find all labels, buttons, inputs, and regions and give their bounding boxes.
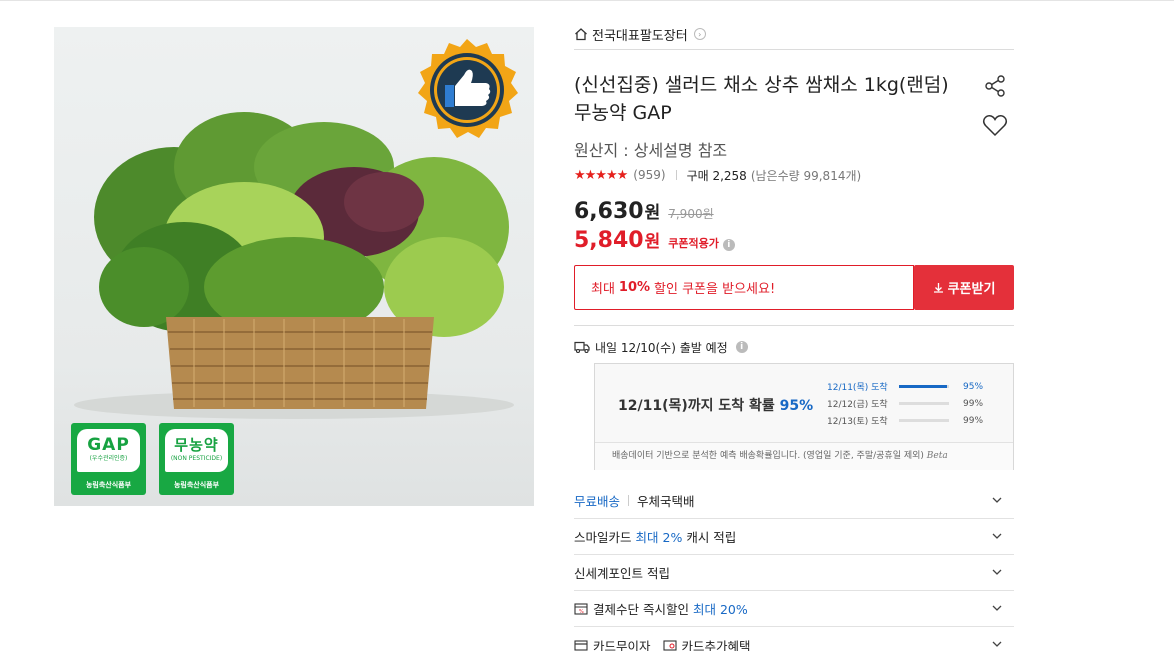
coupon-banner[interactable]: 최대 10% 할인 쿠폰을 받으세요! [574, 265, 914, 310]
info-icon[interactable]: i [722, 239, 735, 251]
store-name: 전국대표팔도장터 [592, 28, 688, 44]
chevron-down-icon[interactable] [992, 567, 1002, 577]
coupon-price-tag: 쿠폰적용가 [668, 237, 719, 250]
arrival-note-text: 배송데이터 기반으로 분석한 예측 배송확률입니다. (영업일 기준, 주말/공… [612, 451, 924, 461]
chevron-down-icon[interactable] [992, 531, 1002, 541]
arrival-probability-box: 12/11(목)까지 도착 확률 95% 12/11(목) 도착 95% 12/… [594, 363, 1014, 470]
arrival-bar [899, 385, 949, 388]
arrival-percent: 99% [963, 415, 984, 426]
departure-text: 내일 12/10(수) 출발 예정 [595, 340, 728, 355]
carrier-label: 우체국택배 [637, 494, 695, 509]
rating-row[interactable]: ★★★★★ (959) 구매 2,258 (남은수량 99,814개) [574, 166, 861, 184]
coupon-prefix: 최대 [591, 282, 615, 297]
download-icon [933, 283, 943, 293]
get-coupon-label: 쿠폰받기 [947, 282, 996, 297]
share-icon[interactable] [983, 74, 1007, 98]
home-icon [575, 28, 587, 41]
product-image[interactable]: GAP (우수관리인증) 농림축산식품부 무농약 (NON PESTICIDE)… [54, 27, 534, 506]
arrival-bar [899, 402, 949, 405]
shipping-accordion[interactable]: 무료배송 우체국택배 [574, 483, 1014, 519]
remaining-stock: (남은수량 99,814개) [750, 168, 862, 183]
arrival-headline: 12/11(목)까지 도착 확률 95% [618, 395, 813, 415]
beta-label: Beta [926, 451, 948, 461]
arrival-date: 12/13(토) 도착 [827, 417, 888, 427]
card-benefit-icon [662, 640, 677, 651]
arrival-row: 12/11(목) 도착 95% [827, 378, 997, 395]
payment-discount-accordion[interactable]: % 결제수단 즉시할인 최대 20% [574, 591, 1014, 627]
arrival-note: 배송데이터 기반으로 분석한 예측 배송확률입니다. (영업일 기준, 주말/공… [595, 442, 1013, 470]
coupon-price-unit: 원 [644, 232, 661, 252]
payment-discount-rate: 최대 20% [692, 602, 748, 617]
ssg-point-accordion[interactable]: 신세계포인트 적립 [574, 555, 1014, 591]
divider [628, 495, 630, 506]
coupon-percent: 10% [618, 280, 651, 295]
gap-badge-issuer: 농림축산식품부 [85, 481, 132, 489]
truck-icon [574, 341, 590, 353]
coupon-text: 할인 쿠폰을 받으세요! [654, 282, 776, 297]
chevron-down-icon[interactable] [992, 639, 1002, 649]
original-price: 7,900원 [668, 207, 714, 221]
chevron-down-icon[interactable] [992, 603, 1002, 613]
thumbs-up-badge-icon [418, 39, 518, 138]
arrival-percent: 99% [963, 398, 984, 409]
card-benefit-accordion[interactable]: 카드무이자 카드추가혜택 [574, 627, 1014, 651]
coupon-price-row: 5,840 원 쿠폰적용가 i [574, 227, 735, 253]
divider [675, 170, 677, 180]
gap-certification-badge: GAP (우수관리인증) 농림축산식품부 [71, 423, 146, 495]
arrival-row: 12/13(토) 도착 99% [827, 412, 997, 429]
card-benefit-label: 카드추가혜택 [681, 638, 751, 651]
store-link[interactable]: 전국대표팔도장터 › [574, 24, 706, 44]
arrival-date: 12/11(목) 도착 [827, 383, 888, 393]
gap-badge-title: GAP [87, 435, 130, 455]
coupon-price: 5,840 [574, 228, 644, 253]
purchase-count: 구매 2,258 [686, 168, 747, 183]
heart-icon[interactable] [982, 113, 1008, 137]
np-badge-title: 무농약 [174, 436, 219, 454]
shipping-departure: 내일 12/10(수) 출발 예정 i [574, 339, 748, 355]
divider [574, 49, 1014, 50]
chevron-down-icon[interactable] [992, 495, 1002, 505]
discount-receipt-icon: % [574, 602, 588, 615]
arrival-headline-percent: 95% [779, 398, 814, 414]
arrival-date: 12/12(금) 도착 [827, 400, 888, 410]
ssg-point-label: 신세계포인트 적립 [574, 566, 670, 581]
sale-price-unit: 원 [644, 203, 661, 223]
divider [574, 325, 1014, 326]
smile-card-accordion[interactable]: 스마일카드 최대 2% 캐시 적립 [574, 519, 1014, 555]
origin-info: 원산지 : 상세설명 참조 [574, 141, 728, 160]
sale-price: 6,630 [574, 199, 644, 224]
chevron-right-icon: › [693, 28, 706, 40]
credit-card-icon [574, 640, 588, 651]
np-badge-subtitle: (NON PESTICIDE) [170, 455, 223, 462]
free-shipping-label: 무료배송 [574, 494, 621, 509]
info-icon[interactable]: i [735, 341, 748, 353]
installment-label: 카드무이자 [593, 638, 651, 651]
sale-price-row: 6,630 원 7,900원 [574, 198, 714, 224]
product-title: (신선집중) 샐러드 채소 상추 쌈채소 1kg(랜덤) 무농약 GAP [574, 74, 949, 124]
smile-card-suffix: 캐시 적립 [686, 530, 737, 545]
smile-card-label: 스마일카드 [574, 530, 632, 545]
star-rating-icon: ★★★★★ [574, 167, 628, 183]
smile-card-rate: 최대 2% [635, 530, 683, 545]
arrival-percent: 95% [963, 381, 984, 392]
arrival-headline-text: 12/11(목)까지 도착 확률 [618, 398, 775, 414]
top-divider [0, 0, 1174, 1]
arrival-bar [899, 419, 949, 422]
payment-discount-label: 결제수단 즉시할인 [593, 602, 689, 617]
review-count[interactable]: (959) [633, 168, 665, 182]
get-coupon-button[interactable]: 쿠폰받기 [914, 265, 1014, 310]
np-badge-issuer: 농림축산식품부 [173, 481, 220, 489]
svg-text:%: % [579, 609, 584, 615]
arrival-row: 12/12(금) 도착 99% [827, 395, 997, 412]
arrival-rows: 12/11(목) 도착 95% 12/12(금) 도착 99% 12/13(토)… [827, 378, 997, 429]
non-pesticide-certification-badge: 무농약 (NON PESTICIDE) 농림축산식품부 [159, 423, 234, 495]
gap-badge-subtitle: (우수관리인증) [89, 455, 128, 462]
